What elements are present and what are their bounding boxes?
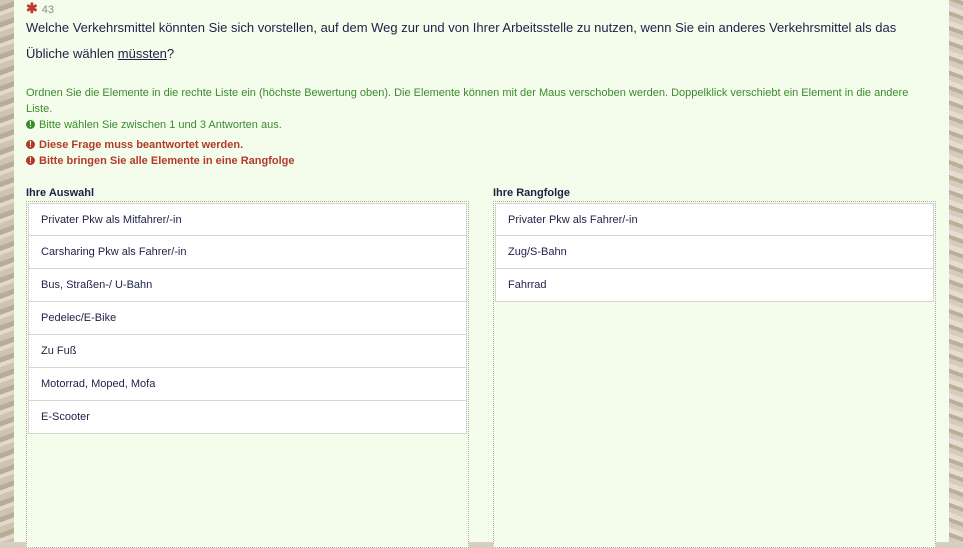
draggable-list-item[interactable]: Privater Pkw als Mitfahrer/-in — [28, 203, 467, 236]
draggable-list-item[interactable]: Fahrrad — [495, 269, 934, 302]
question-text-end: ? — [166, 46, 175, 61]
draggable-list-item[interactable]: Zug/S-Bahn — [495, 236, 934, 269]
draggable-list-item[interactable]: Bus, Straßen-/ U-Bahn — [28, 269, 467, 302]
draggable-list-item[interactable]: Carsharing Pkw als Fahrer/-in — [28, 236, 467, 269]
error-required-line: Diese Frage muss beantwortet werden. — [26, 137, 931, 153]
exclamation-circle-icon — [26, 153, 35, 169]
draggable-list-item[interactable]: Motorrad, Moped, Mofa — [28, 368, 467, 401]
background-edge-right — [949, 0, 963, 542]
error-rank-text: Bitte bringen Sie alle Elemente in eine … — [39, 155, 295, 167]
question-text: Welche Verkehrsmittel könnten Sie sich v… — [26, 15, 931, 67]
help-block: Ordnen Sie die Elemente in die rechte Li… — [26, 85, 931, 169]
instruction-text: Ordnen Sie die Elemente in die rechte Li… — [26, 87, 909, 115]
available-items-list[interactable]: Privater Pkw als Mitfahrer/-in Carsharing… — [26, 201, 469, 548]
right-list-title: Ihre Rangfolge — [493, 187, 571, 199]
exclamation-circle-icon — [26, 117, 35, 133]
required-asterisk-icon: ✱ — [26, 0, 38, 16]
tip-line: Bitte wählen Sie zwischen 1 und 3 Antwor… — [26, 117, 931, 133]
draggable-list-item[interactable]: E-Scooter — [28, 401, 467, 434]
draggable-list-item[interactable]: Zu Fuß — [28, 335, 467, 368]
tip-text: Bitte wählen Sie zwischen 1 und 3 Antwor… — [39, 119, 282, 131]
exclamation-circle-icon — [26, 137, 35, 153]
background-edge-left — [0, 0, 14, 542]
error-rank-line: Bitte bringen Sie alle Elemente in eine … — [26, 153, 931, 169]
left-list-title: Ihre Auswahl — [26, 187, 95, 199]
draggable-list-item[interactable]: Privater Pkw als Fahrer/-in — [495, 203, 934, 236]
question-text-emphasis: müssten — [117, 46, 167, 61]
draggable-list-item[interactable]: Pedelec/E-Bike — [28, 302, 467, 335]
error-required-text: Diese Frage muss beantwortet werden. — [39, 139, 244, 151]
ranked-items-list[interactable]: Privater Pkw als Fahrer/-in Zug/S-Bahn Fah… — [493, 201, 936, 548]
question-panel: ✱ 43 Welche Verkehrsmittel könnten Sie si… — [14, 0, 949, 548]
